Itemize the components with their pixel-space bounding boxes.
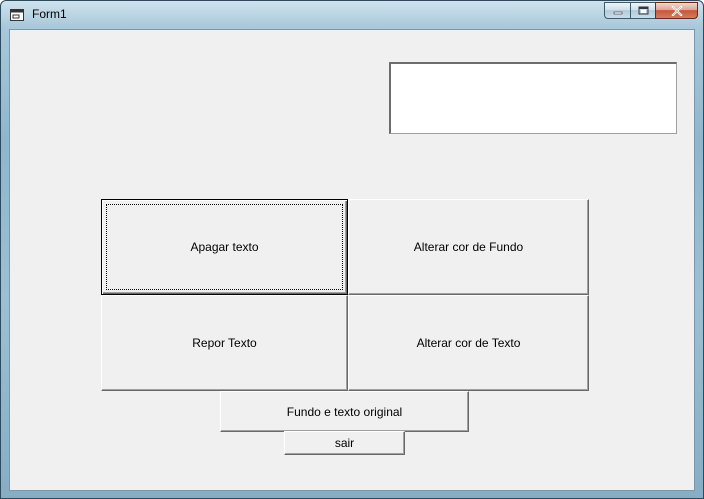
- form-client-area: Apagar texto Alterar cor de Fundo Repor …: [9, 29, 695, 491]
- sair-button[interactable]: sair: [284, 431, 405, 455]
- alterar-cor-fundo-button[interactable]: Alterar cor de Fundo: [348, 199, 589, 295]
- caption-buttons: [604, 2, 698, 19]
- minimize-icon: [613, 11, 622, 14]
- fundo-texto-original-button[interactable]: Fundo e texto original: [220, 391, 469, 432]
- close-button[interactable]: [655, 2, 698, 19]
- alterar-cor-texto-label: Alterar cor de Texto: [416, 336, 521, 350]
- text-display-box[interactable]: [389, 62, 677, 134]
- maximize-button[interactable]: [630, 2, 655, 19]
- maximize-icon: [638, 6, 648, 15]
- sair-label: sair: [334, 436, 355, 450]
- minimize-button[interactable]: [604, 2, 630, 19]
- alterar-cor-texto-button[interactable]: Alterar cor de Texto: [348, 295, 589, 391]
- apagar-texto-button[interactable]: Apagar texto: [101, 199, 348, 295]
- repor-texto-button[interactable]: Repor Texto: [101, 295, 348, 391]
- fundo-texto-original-label: Fundo e texto original: [286, 404, 403, 419]
- form1-window: Form1 Apagar texto Alterar cor de Fundo …: [0, 0, 704, 499]
- alterar-cor-fundo-label: Alterar cor de Fundo: [413, 240, 524, 254]
- title-bar[interactable]: Form1: [1, 1, 703, 29]
- form-icon: [10, 9, 24, 21]
- repor-texto-label: Repor Texto: [192, 336, 257, 350]
- window-title: Form1: [32, 7, 67, 21]
- focus-rectangle: [106, 204, 343, 290]
- close-icon: [670, 5, 683, 16]
